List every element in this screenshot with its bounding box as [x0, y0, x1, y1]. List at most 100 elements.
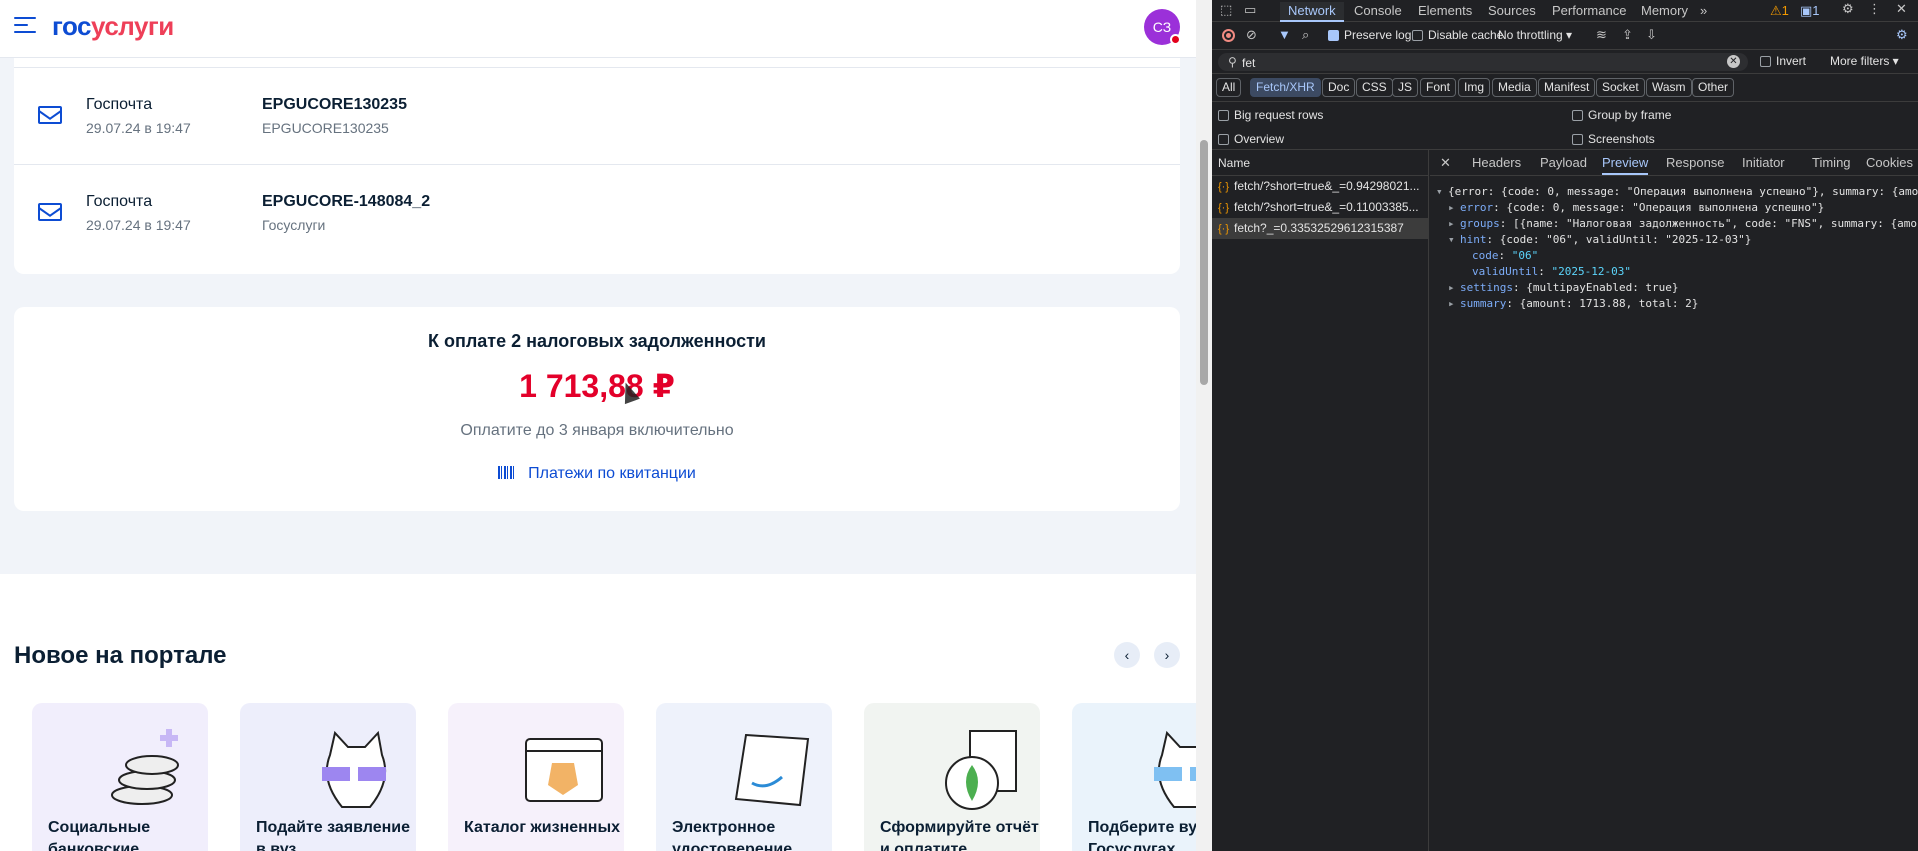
chevron-left-icon: ‹: [1124, 647, 1130, 663]
tab-performance[interactable]: Performance: [1552, 2, 1626, 22]
disable-cache-checkbox[interactable]: Disable cache: [1412, 28, 1503, 42]
more-options-icon[interactable]: ⋮: [1868, 1, 1881, 17]
json-root[interactable]: ▾ {error: {code: 0, message: "Операция вы…: [1436, 184, 1918, 200]
more-filters-button[interactable]: More filters ▾: [1830, 54, 1899, 68]
tab-memory[interactable]: Memory: [1641, 2, 1688, 22]
json-node[interactable]: ▸ settings: {multipayEnabled: true}: [1448, 280, 1679, 296]
wifi-icon[interactable]: ≋: [1596, 27, 1607, 43]
list-item[interactable]: Госпочта 29.07.24 в 19:47 EPGUCORE-14808…: [14, 165, 1180, 261]
import-icon[interactable]: ⇪: [1622, 27, 1633, 43]
request-name: fetch/?short=true&_=0.94298021...: [1234, 179, 1420, 193]
type-css[interactable]: CSS: [1356, 78, 1393, 97]
filter-icon[interactable]: ▼: [1278, 27, 1291, 42]
gosuslugi-logo[interactable]: госуслуги: [52, 11, 174, 42]
screenshots-checkbox[interactable]: Screenshots: [1572, 132, 1655, 146]
json-node[interactable]: ▾ hint: {code: "06", validUntil: "2025-12…: [1448, 232, 1751, 248]
big-request-rows-checkbox[interactable]: Big request rows: [1218, 108, 1323, 122]
preserve-log-checkbox[interactable]: Preserve log: [1328, 28, 1411, 42]
cat-mascot-icon: [1154, 730, 1196, 808]
mail-subject: EPGUCORE130235: [262, 96, 407, 113]
scrollbar-thumb[interactable]: [1200, 140, 1208, 385]
type-js[interactable]: JS: [1392, 78, 1419, 97]
logo-part-2: услуги: [91, 11, 174, 41]
network-toolbar: ⊘ ▼ ⌕ Preserve log Disable cache No thro…: [1212, 22, 1918, 50]
menu-icon[interactable]: [14, 17, 36, 35]
table-row[interactable]: {·} fetch?_=0.33532529612315387: [1212, 218, 1428, 239]
json-node[interactable]: ▸ error: {code: 0, message: "Операция вып…: [1448, 200, 1824, 216]
devtools-panel: ⬚ ▭ Network Console Elements Sources Per…: [1212, 0, 1918, 851]
type-wasm[interactable]: Wasm: [1646, 78, 1692, 97]
news-tile[interactable]: Электронное удостоверение: [656, 703, 832, 851]
type-socket[interactable]: Socket: [1596, 78, 1645, 97]
type-media[interactable]: Media: [1492, 78, 1537, 97]
overview-checkbox[interactable]: Overview: [1218, 132, 1284, 146]
tab-cookies[interactable]: Cookies: [1866, 155, 1913, 170]
export-icon[interactable]: ⇩: [1646, 27, 1657, 43]
invert-checkbox[interactable]: Invert: [1760, 54, 1806, 68]
type-manifest[interactable]: Manifest: [1538, 78, 1596, 97]
carousel-prev-button[interactable]: ‹: [1114, 642, 1140, 668]
message-count: 1: [1812, 3, 1820, 18]
table-row[interactable]: {·} fetch/?short=true&_=0.94298021...: [1212, 176, 1428, 197]
news-tile[interactable]: Каталог жизненных: [448, 703, 624, 851]
tab-response[interactable]: Response: [1666, 155, 1725, 170]
more-tabs-button[interactable]: »: [1700, 2, 1707, 22]
tab-sources[interactable]: Sources: [1488, 2, 1536, 22]
network-settings-icon[interactable]: ⚙: [1896, 27, 1908, 43]
json-root-text: {error: {code: 0, message: "Операция вып…: [1448, 185, 1918, 198]
type-other[interactable]: Other: [1692, 78, 1735, 97]
type-img[interactable]: Img: [1458, 78, 1491, 97]
mail-preview: EPGUCORE130235: [262, 120, 389, 136]
table-row[interactable]: {·} fetch/?short=true&_=0.11003385...: [1212, 197, 1428, 218]
json-value: : {multipayEnabled: true}: [1512, 281, 1679, 294]
clear-filter-icon[interactable]: ✕: [1727, 55, 1740, 68]
close-icon[interactable]: ✕: [1896, 1, 1907, 17]
json-node[interactable]: ▸ summary: {amount: 1713.88, total: 2}: [1448, 296, 1698, 312]
mail-icon: [38, 106, 62, 124]
type-doc[interactable]: Doc: [1322, 78, 1356, 97]
news-tile[interactable]: Подберите вуз на Госуслугах: [1072, 703, 1196, 851]
tab-payload[interactable]: Payload: [1540, 155, 1587, 170]
settings-icon[interactable]: ⚙: [1842, 1, 1854, 17]
tab-initiator[interactable]: Initiator: [1742, 155, 1785, 170]
close-details-icon[interactable]: ✕: [1440, 155, 1451, 171]
list-item[interactable]: Госпочта 29.07.24 в 19:47 EPGUCORE130235…: [14, 68, 1180, 164]
group-by-frame-checkbox[interactable]: Group by frame: [1572, 108, 1671, 122]
tab-timing[interactable]: Timing: [1812, 155, 1851, 170]
checkbox-icon: [1572, 110, 1583, 121]
inspect-icon[interactable]: ⬚: [1220, 2, 1232, 18]
type-fetch-xhr[interactable]: Fetch/XHR: [1250, 78, 1321, 97]
avatar[interactable]: СЗ: [1144, 9, 1181, 45]
filter-input[interactable]: ⚲ fet ✕: [1218, 53, 1748, 71]
json-value: "06": [1511, 249, 1539, 262]
json-value: "2025-12-03": [1551, 265, 1631, 278]
json-node[interactable]: ▸ groups: [{name: "Налоговая задолженност…: [1448, 216, 1917, 232]
type-all[interactable]: All: [1216, 78, 1242, 97]
news-tile[interactable]: Сформируйте отчёт и оплатите: [864, 703, 1040, 851]
json-value: : {amount: 1713.88, total: 2}: [1506, 297, 1699, 310]
tab-network[interactable]: Network: [1280, 2, 1344, 22]
page-scrollbar[interactable]: [1196, 0, 1212, 851]
news-tile-label: Сформируйте отчёт и оплатите: [880, 819, 1039, 851]
type-font[interactable]: Font: [1420, 78, 1457, 97]
clear-icon[interactable]: ⊘: [1246, 27, 1257, 43]
device-toolbar-icon[interactable]: ▭: [1244, 2, 1256, 18]
record-icon[interactable]: [1222, 29, 1235, 42]
tab-headers[interactable]: Headers: [1472, 155, 1521, 170]
tab-console[interactable]: Console: [1354, 2, 1402, 22]
filter-icon: ⚲: [1228, 55, 1237, 69]
tab-elements[interactable]: Elements: [1418, 2, 1472, 22]
collapsed-triangle-icon: ▸: [1448, 297, 1455, 310]
name-column-header[interactable]: Name: [1212, 150, 1428, 176]
news-tile[interactable]: Социальные банковские: [32, 703, 208, 851]
news-tile[interactable]: Подайте заявление в вуз: [240, 703, 416, 851]
search-icon[interactable]: ⌕: [1302, 27, 1309, 43]
tab-preview[interactable]: Preview: [1602, 155, 1649, 175]
warning-icon[interactable]: ⚠1: [1770, 3, 1789, 19]
message-icon[interactable]: ▣1: [1800, 3, 1820, 19]
throttling-select[interactable]: No throttling ▾: [1498, 28, 1572, 42]
carousel-next-button[interactable]: ›: [1154, 642, 1180, 668]
request-name: fetch/?short=true&_=0.11003385...: [1234, 200, 1419, 214]
fetch-icon: {·}: [1218, 181, 1230, 193]
receipt-payments-link[interactable]: Платежи по квитанции: [14, 465, 1180, 483]
